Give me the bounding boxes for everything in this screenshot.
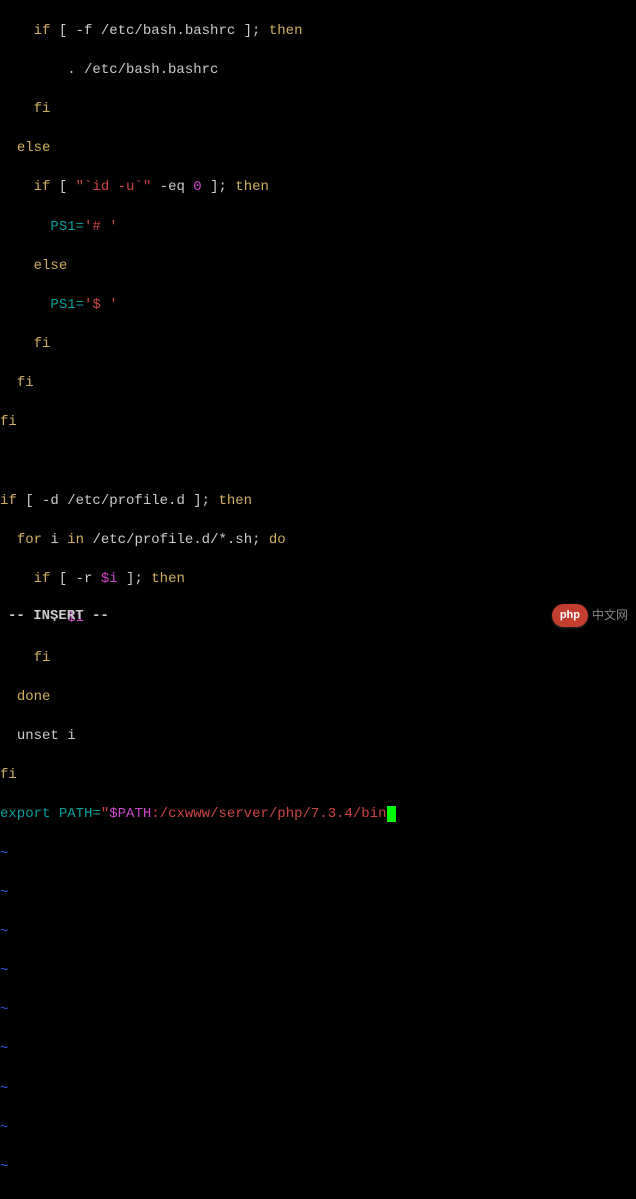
code-line: else	[0, 257, 636, 277]
empty-line-tilde: ~	[0, 845, 636, 865]
code-line: for i in /etc/profile.d/*.sh; do	[0, 531, 636, 551]
watermark: php 中文网	[552, 604, 628, 627]
code-line: fi	[0, 335, 636, 355]
empty-line-tilde: ~	[0, 1119, 636, 1139]
empty-line-tilde: ~	[0, 962, 636, 982]
empty-line-tilde: ~	[0, 1040, 636, 1060]
watermark-badge: php	[552, 604, 588, 627]
code-line: unset i	[0, 727, 636, 747]
code-line: PS1='$ '	[0, 296, 636, 316]
code-line: PS1='# '	[0, 218, 636, 238]
code-line: fi	[0, 766, 636, 786]
code-line: if [ -d /etc/profile.d ]; then	[0, 492, 636, 512]
empty-line-tilde: ~	[0, 1080, 636, 1100]
code-line: fi	[0, 649, 636, 669]
code-line: if [ -r $i ]; then	[0, 570, 636, 590]
cursor	[387, 806, 396, 823]
code-line: done	[0, 688, 636, 708]
code-line	[0, 453, 636, 473]
empty-line-tilde: ~	[0, 1158, 636, 1178]
empty-line-tilde: ~	[0, 1001, 636, 1021]
code-line: export PATH="$PATH:/cxwww/server/php/7.3…	[0, 805, 636, 825]
empty-line-tilde: ~	[0, 884, 636, 904]
vim-editor-content[interactable]: if [ -f /etc/bash.bashrc ]; then . /etc/…	[0, 0, 636, 1199]
vim-mode-indicator: -- INSERT --	[8, 607, 109, 627]
code-line: else	[0, 139, 636, 159]
code-line: if [ -f /etc/bash.bashrc ]; then	[0, 22, 636, 42]
code-line: if [ "`id -u`" -eq 0 ]; then	[0, 178, 636, 198]
code-line: fi	[0, 413, 636, 433]
code-line: . /etc/bash.bashrc	[0, 61, 636, 81]
watermark-text: 中文网	[592, 607, 628, 624]
code-line: fi	[0, 100, 636, 120]
empty-line-tilde: ~	[0, 923, 636, 943]
code-line: fi	[0, 374, 636, 394]
